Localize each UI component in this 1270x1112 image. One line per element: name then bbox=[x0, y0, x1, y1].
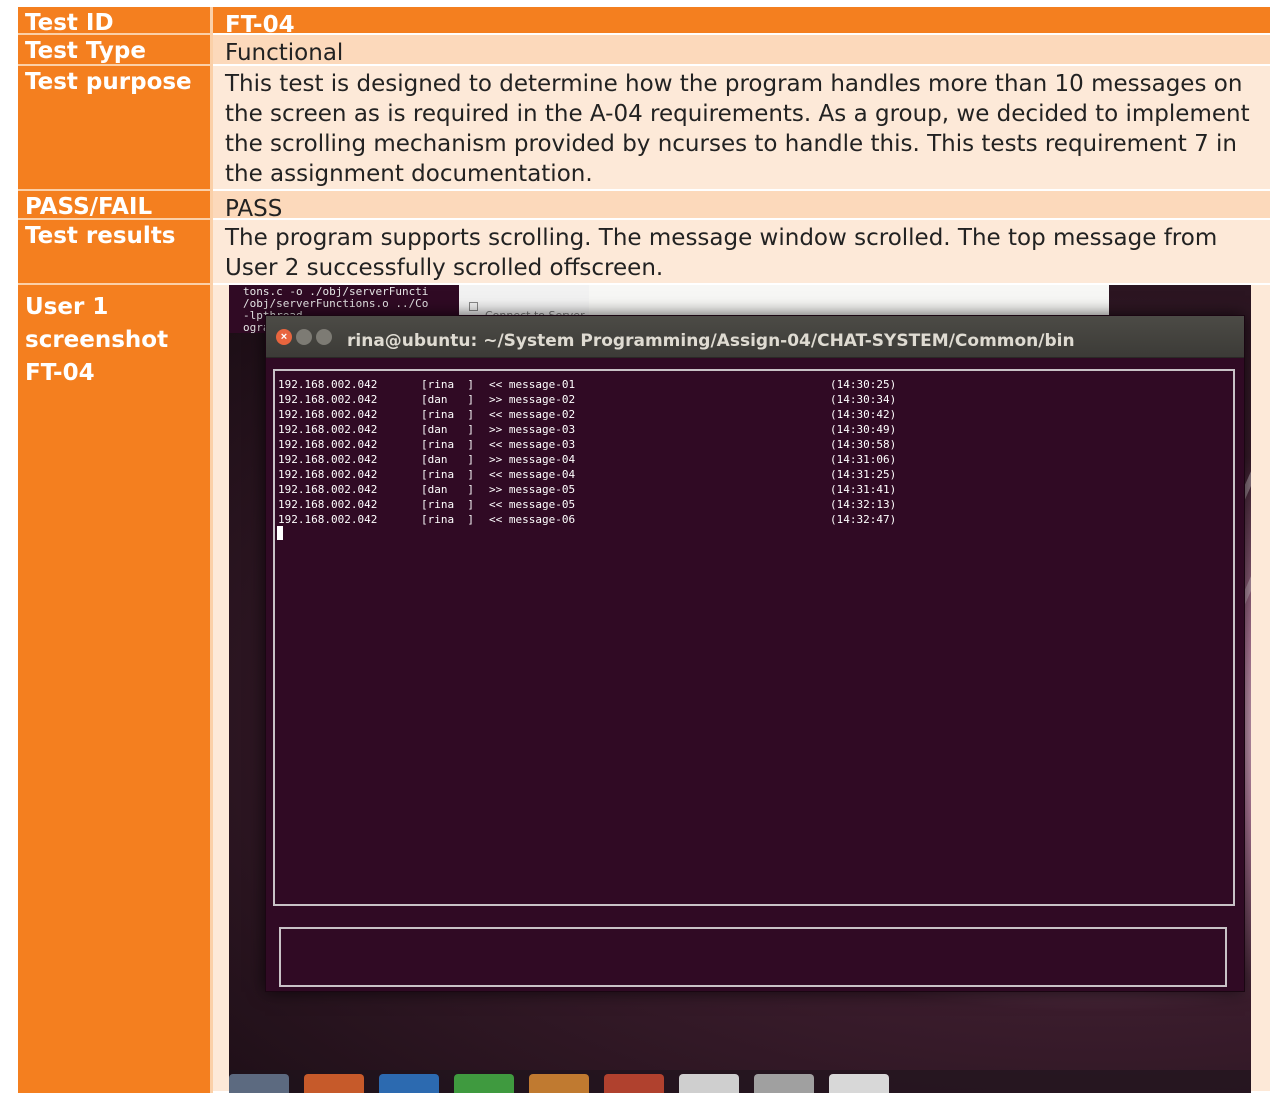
dock-app-icon[interactable] bbox=[829, 1074, 889, 1093]
screenshot-label-line-3: FT-04 bbox=[25, 360, 95, 386]
message-user: [rina ] bbox=[421, 513, 474, 526]
message-line: 192.168.002.042 [rina ] << message-01 (14:3… bbox=[278, 377, 896, 392]
message-line: 192.168.002.042 [rina ] << message-03 (14:3… bbox=[278, 437, 896, 452]
message-text: << message-03 bbox=[489, 438, 576, 451]
message-user: [rina ] bbox=[421, 408, 474, 421]
message-text: >> message-03 bbox=[489, 423, 576, 436]
message-ip: 192.168.002.042 bbox=[278, 468, 378, 481]
screenshot-label-line-2: screenshot bbox=[25, 327, 169, 353]
row-test-id: Test ID FT-04 bbox=[18, 7, 1270, 38]
message-time: (14:31:25) bbox=[830, 468, 897, 481]
message-list: 192.168.002.042 [rina ] << message-01 (14:3… bbox=[278, 377, 896, 527]
message-window[interactable]: 192.168.002.042 [rina ] << message-01 (14:3… bbox=[273, 369, 1235, 906]
terminal-window: × rina@ubuntu: ~/System Programming/Assi… bbox=[265, 315, 1245, 992]
message-line: 192.168.002.042 [rina ] << message-05 (14:3… bbox=[278, 497, 896, 512]
message-text: << message-01 bbox=[489, 378, 576, 391]
message-time: (14:30:58) bbox=[830, 438, 897, 451]
row-test-type: Test Type Functional bbox=[18, 35, 1270, 66]
message-ip: 192.168.002.042 bbox=[278, 453, 378, 466]
message-time: (14:30:49) bbox=[830, 423, 897, 436]
message-user: [rina ] bbox=[421, 438, 474, 451]
row-screenshot: User 1 screenshot FT-04 tons.c -o ./obj/… bbox=[18, 285, 1270, 1093]
message-time: (14:31:06) bbox=[830, 453, 897, 466]
message-ip: 192.168.002.042 bbox=[278, 423, 378, 436]
dock-app-icon[interactable] bbox=[754, 1074, 814, 1093]
dock-app-icon[interactable] bbox=[454, 1074, 514, 1093]
message-text: << message-02 bbox=[489, 408, 576, 421]
minimize-icon[interactable] bbox=[296, 329, 312, 345]
dock-app-icon[interactable] bbox=[379, 1074, 439, 1093]
dock-app-icon[interactable] bbox=[529, 1074, 589, 1093]
dock-app-icon[interactable] bbox=[229, 1074, 289, 1093]
message-ip: 192.168.002.042 bbox=[278, 408, 378, 421]
message-line: 192.168.002.042 [rina ] << message-06 (14:3… bbox=[278, 512, 896, 527]
screenshot-cell: tons.c -o ./obj/serverFuncti /obj/server… bbox=[213, 285, 1270, 1093]
message-user: [rina ] bbox=[421, 468, 474, 481]
test-type-label: Test Type bbox=[18, 35, 213, 66]
message-line: 192.168.002.042 [dan ] >> message-03 (14:30… bbox=[278, 422, 896, 437]
message-user: [rina ] bbox=[421, 378, 474, 391]
message-text: << message-04 bbox=[489, 468, 576, 481]
test-id-label: Test ID bbox=[18, 7, 213, 36]
dock-app-icon[interactable] bbox=[679, 1074, 739, 1093]
dock-bar bbox=[229, 1070, 1251, 1093]
pass-fail-value: PASS bbox=[213, 191, 1270, 222]
test-results-value: The program supports scrolling. The mess… bbox=[213, 220, 1270, 285]
message-text: << message-06 bbox=[489, 513, 576, 526]
message-time: (14:31:41) bbox=[830, 483, 897, 496]
close-icon[interactable]: × bbox=[276, 329, 292, 345]
message-user: [rina ] bbox=[421, 498, 474, 511]
message-text: >> message-04 bbox=[489, 453, 576, 466]
screenshot-image: tons.c -o ./obj/serverFuncti /obj/server… bbox=[229, 285, 1251, 1093]
message-time: (14:32:13) bbox=[830, 498, 897, 511]
row-test-purpose: Test purpose This test is designed to de… bbox=[18, 66, 1270, 191]
message-time: (14:32:47) bbox=[830, 513, 897, 526]
message-line: 192.168.002.042 [rina ] << message-04 (14:3… bbox=[278, 467, 896, 482]
message-ip: 192.168.002.042 bbox=[278, 483, 378, 496]
pass-fail-label: PASS/FAIL bbox=[18, 191, 213, 220]
message-ip: 192.168.002.042 bbox=[278, 513, 378, 526]
message-user: [dan ] bbox=[421, 453, 474, 466]
terminal-titlebar[interactable]: × rina@ubuntu: ~/System Programming/Assi… bbox=[266, 316, 1244, 358]
message-text: >> message-05 bbox=[489, 483, 576, 496]
message-line: 192.168.002.042 [dan ] >> message-04 (14:31… bbox=[278, 452, 896, 467]
message-line: 192.168.002.042 [rina ] << message-02 (14:3… bbox=[278, 407, 896, 422]
message-input-box[interactable] bbox=[279, 927, 1227, 987]
message-user: [dan ] bbox=[421, 483, 474, 496]
message-ip: 192.168.002.042 bbox=[278, 498, 378, 511]
message-ip: 192.168.002.042 bbox=[278, 393, 378, 406]
message-time: (14:30:25) bbox=[830, 378, 897, 391]
test-type-value: Functional bbox=[213, 35, 1270, 66]
row-pass-fail: PASS/FAIL PASS bbox=[18, 191, 1270, 222]
message-line: 192.168.002.042 [dan ] >> message-02 (14:30… bbox=[278, 392, 896, 407]
message-ip: 192.168.002.042 bbox=[278, 438, 378, 451]
message-time: (14:30:34) bbox=[830, 393, 897, 406]
message-text: << message-05 bbox=[489, 498, 576, 511]
maximize-icon[interactable] bbox=[316, 329, 332, 345]
test-case-table: Test ID FT-04 Test Type Functional Test … bbox=[18, 7, 1270, 1093]
row-test-results: Test results The program supports scroll… bbox=[18, 220, 1270, 285]
message-user: [dan ] bbox=[421, 393, 474, 406]
message-line: 192.168.002.042 [dan ] >> message-05 (14:31… bbox=[278, 482, 896, 497]
text-cursor bbox=[277, 526, 283, 540]
test-purpose-value: This test is designed to determine how t… bbox=[213, 66, 1270, 191]
dock-app-icon[interactable] bbox=[604, 1074, 664, 1093]
message-text: >> message-02 bbox=[489, 393, 576, 406]
screenshot-label-line-1: User 1 bbox=[25, 294, 109, 320]
test-purpose-label: Test purpose bbox=[18, 66, 213, 191]
message-ip: 192.168.002.042 bbox=[278, 378, 378, 391]
test-results-label: Test results bbox=[18, 220, 213, 285]
screenshot-label: User 1 screenshot FT-04 bbox=[18, 285, 213, 1093]
terminal-title: rina@ubuntu: ~/System Programming/Assign… bbox=[347, 331, 1075, 351]
message-time: (14:30:42) bbox=[830, 408, 897, 421]
message-user: [dan ] bbox=[421, 423, 474, 436]
server-icon bbox=[469, 302, 478, 311]
dock-app-icon[interactable] bbox=[304, 1074, 364, 1093]
test-id-value: FT-04 bbox=[213, 7, 1270, 38]
